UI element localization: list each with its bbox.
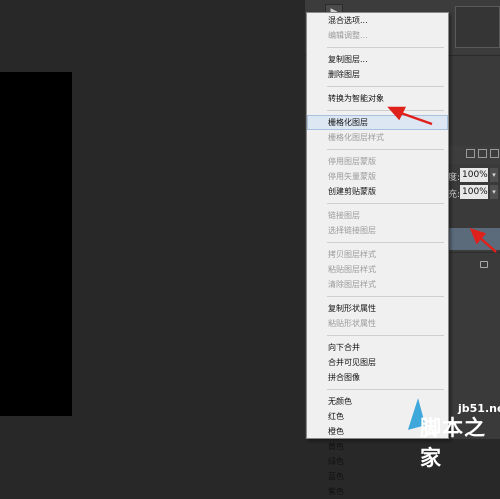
menu-separator (327, 242, 444, 243)
menu-item[interactable]: 拼合图像 (307, 370, 448, 385)
fill-input[interactable]: 100% (460, 185, 488, 199)
menu-separator (327, 296, 444, 297)
menu-item[interactable]: 删除图层 (307, 67, 448, 82)
navigator-preview (455, 6, 500, 48)
layer-context-menu: 混合选项... 编辑调整... 复制图层... 删除图层转换为智能对象 栅格化图层栅格化… (306, 12, 449, 496)
menu-item[interactable]: 转换为智能对象 (307, 91, 448, 106)
lock-position-icon[interactable] (478, 149, 487, 158)
menu-item[interactable]: 混合选项... (307, 13, 448, 28)
menu-item[interactable]: 复制形状属性 (307, 301, 448, 316)
watermark-name: 脚本之家 (420, 415, 486, 470)
opacity-row: 度: 100% ▾ (448, 168, 500, 184)
menu-item[interactable]: 合并可见图层 (307, 355, 448, 370)
fill-dropdown-icon[interactable]: ▾ (490, 185, 498, 199)
opacity-label: 度: (448, 173, 461, 183)
opacity-dropdown-icon[interactable]: ▾ (490, 168, 498, 182)
menu-item[interactable]: 无颜色 (307, 394, 448, 409)
layer-row-selected[interactable] (448, 228, 500, 250)
lock-icon (480, 261, 488, 268)
menu-separator (327, 203, 444, 204)
menu-item: 编辑调整... (328, 31, 368, 40)
menu-separator (327, 86, 444, 87)
document-canvas[interactable] (0, 0, 305, 439)
lock-pixels-icon[interactable] (466, 149, 475, 158)
opacity-input[interactable]: 100% (460, 168, 488, 182)
menu-separator (327, 47, 444, 48)
menu-item[interactable]: 复制图层... (307, 52, 448, 67)
menu-item: 清除图层样式 (328, 280, 376, 289)
menu-separator (327, 389, 444, 390)
layers-toolbar (448, 146, 500, 164)
menu-separator (327, 149, 444, 150)
menu-item: 链接图层 (328, 211, 360, 220)
black-layer-content (0, 72, 72, 416)
menu-item: 拷贝图层样式 (328, 250, 376, 259)
menu-item: 栅格化图层样式 (328, 133, 384, 142)
menu-separator (327, 110, 444, 111)
layer-row-background[interactable] (448, 252, 500, 275)
menu-item: 粘贴图层样式 (328, 265, 376, 274)
menu-item: 选择链接图层 (328, 226, 376, 235)
menu-item: 粘贴形状属性 (328, 319, 376, 328)
fill-row: 充: 100% ▾ (448, 185, 500, 201)
fill-label: 充: (448, 190, 461, 200)
menu-item: 停用图层蒙版 (328, 157, 376, 166)
menu-item[interactable]: 向下合并 (307, 340, 448, 355)
lock-all-icon[interactable] (490, 149, 499, 158)
menu-item: 停用矢量蒙版 (328, 172, 376, 181)
menu-item[interactable]: 紫色 (307, 484, 448, 499)
menu-item[interactable]: 栅格化图层 (307, 115, 448, 130)
menu-separator (327, 335, 444, 336)
menu-item[interactable]: 创建剪贴蒙版 (307, 184, 448, 199)
